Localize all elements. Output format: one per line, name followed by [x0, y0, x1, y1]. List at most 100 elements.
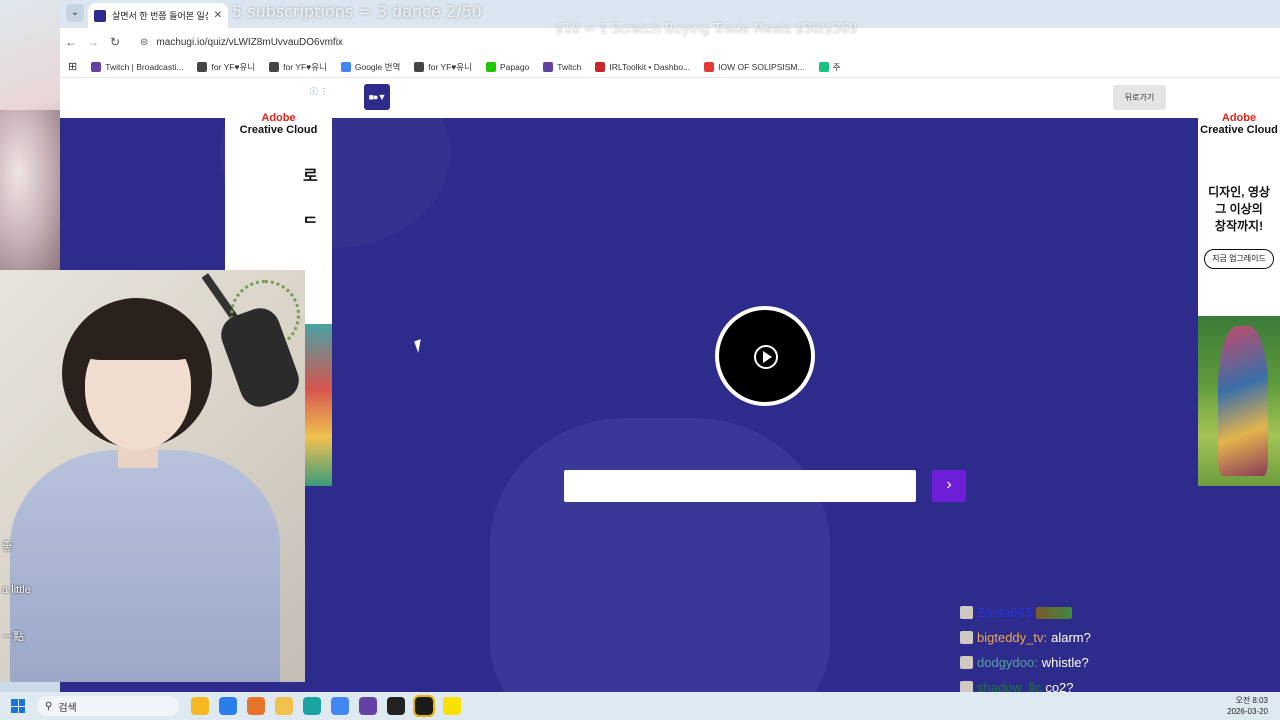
bookmarks-bar: ⊞ Twitch | Broadcasti... for YF♥유니 for YF♥…	[60, 56, 1280, 78]
chat-text: whistle?	[1041, 655, 1089, 670]
reload-icon[interactable]: ↻	[104, 35, 126, 49]
bookmark-item[interactable]: 주	[818, 61, 841, 73]
bookmark-icon	[485, 61, 496, 72]
bookmark-icon	[269, 61, 280, 72]
bookmark-item[interactable]: Twitch | Broadcasti...	[91, 61, 183, 73]
overlay-text: 좋	[2, 541, 13, 553]
ad-image	[1198, 316, 1280, 486]
bookmark-label: for YF♥유니	[283, 61, 327, 72]
apps-grid-icon[interactable]: ⊞	[68, 60, 77, 73]
chat-avatar-icon	[960, 656, 973, 669]
tab-search-icon[interactable]: ⌄	[66, 4, 84, 22]
tab-title: 살면서 한 번쯤 들어본 일상 소	[112, 11, 208, 21]
chat-username: dodgydoo:	[977, 655, 1038, 670]
bookmark-icon	[414, 61, 425, 72]
ad-cta-button[interactable]: 지금 업그레이드	[1204, 249, 1274, 269]
chat-avatar-icon	[960, 631, 973, 644]
browser-tab[interactable]: 살면서 한 번쯤 들어본 일상 소 ✕	[88, 3, 228, 28]
widgets-icon[interactable]	[191, 697, 209, 715]
copilot-icon[interactable]	[219, 697, 237, 715]
chat-text: alarm?	[1051, 630, 1091, 645]
back-button[interactable]: 뒤로가기	[1113, 85, 1166, 110]
taskbar-search[interactable]: ⚲ 검색	[37, 696, 179, 716]
bookmark-icon	[543, 61, 554, 72]
chat-overlay: Zonta665 bigteddy_tv: alarm? dodgydoo: whist…	[960, 600, 1140, 700]
favicon-icon	[94, 9, 106, 22]
edge-icon[interactable]	[303, 697, 321, 715]
bookmark-label: for YF♥유니	[428, 61, 472, 72]
chat-message: bigteddy_tv: alarm?	[960, 625, 1140, 650]
play-icon	[754, 345, 778, 369]
chat-message: Zonta665	[960, 600, 1140, 625]
chat-avatar-icon	[960, 606, 973, 619]
ad-brand: Adobe Creative Cloud	[239, 112, 318, 136]
forward-arrow-icon[interactable]: →	[82, 35, 104, 49]
chat-emote-icon	[1035, 606, 1072, 619]
bookmark-icon	[197, 61, 208, 72]
mouse-cursor-icon	[414, 339, 425, 353]
search-placeholder: 검색	[58, 702, 77, 714]
url-text: machugi.io/quiz/vLWIZ8mUvvauDO6vmfix	[156, 36, 343, 48]
app-icon[interactable]	[413, 695, 435, 717]
close-icon[interactable]: ✕	[214, 10, 222, 21]
bookmark-item[interactable]: IRLToolkit • Dashbo...	[595, 61, 690, 73]
search-icon: ⚲	[45, 700, 53, 712]
obs-icon[interactable]	[387, 697, 405, 715]
ad-text: 로	[303, 168, 318, 185]
bookmark-item[interactable]: for YF♥유니	[414, 61, 472, 73]
clock-time: 오전 8:03	[1235, 696, 1268, 705]
play-button[interactable]	[715, 306, 815, 406]
ad-text: ᄃ	[303, 216, 318, 233]
bookmark-icon	[704, 61, 715, 72]
chat-username: Zonta665	[977, 605, 1032, 620]
chrome-icon[interactable]	[331, 697, 349, 715]
webcam-feed	[0, 270, 305, 682]
background-shape	[490, 418, 830, 692]
bookmark-label: IRLToolkit • Dashbo...	[609, 61, 691, 72]
bookmark-item[interactable]: Twitch	[543, 61, 581, 73]
site-logo[interactable]: ■●▼	[364, 84, 390, 110]
bookmark-icon	[91, 61, 102, 72]
clock-date: 2026-03-20	[1227, 707, 1268, 716]
back-arrow-icon[interactable]: ←	[60, 35, 82, 49]
streamer-bangs	[78, 310, 198, 360]
ad-headline: 디자인, 영상 그 이상의 창작까지!	[1208, 185, 1270, 233]
bookmark-label: IOW OF SOLIPSISM...	[718, 61, 805, 72]
bookmark-label: Google 번역	[354, 61, 401, 72]
windows-start-icon[interactable]	[11, 699, 25, 713]
bookmark-label: for YF♥유니	[211, 61, 256, 72]
taskbar: ⚲ 검색 오전 8:03 2026-03-20	[0, 692, 1280, 720]
desktop-wallpaper-image	[0, 110, 62, 270]
ad-image	[304, 324, 332, 486]
bookmark-item[interactable]: for YF♥유니	[197, 61, 255, 73]
taskbar-apps	[191, 695, 461, 717]
answer-input[interactable]	[564, 470, 916, 502]
system-clock[interactable]: 오전 8:03 2026-03-20	[1227, 695, 1268, 717]
bookmark-item[interactable]: IOW OF SOLIPSISM...	[704, 61, 805, 73]
chat-username: bigteddy_tv:	[977, 630, 1048, 645]
bookmark-label: Twitch	[557, 61, 582, 72]
file-explorer-icon[interactable]	[275, 697, 293, 715]
bookmark-list: Twitch | Broadcasti... for YF♥유니 for YF♥유니…	[91, 61, 840, 73]
kakaotalk-icon[interactable]	[443, 697, 461, 715]
submit-button[interactable]: ›	[932, 470, 966, 502]
bookmark-item[interactable]: Google 번역	[340, 61, 401, 73]
ad-info-icon[interactable]: ⓘ ⋮	[310, 86, 328, 97]
bookmark-label: Papago	[499, 61, 530, 72]
search-app-icon[interactable]	[247, 697, 265, 715]
bookmark-label: Twitch | Broadcasti...	[105, 61, 184, 72]
ad-brand: Adobe Creative Cloud	[1200, 112, 1278, 136]
streamer-body	[10, 450, 280, 682]
overlay-text: 一點	[2, 631, 24, 643]
bookmark-label: 주	[832, 61, 841, 72]
bookmark-icon	[595, 61, 606, 72]
bookmark-icon	[818, 61, 829, 72]
stream-overlay-subscriptions: 5 subscriptions = 3 dance 2/50	[232, 2, 482, 21]
bookmark-item[interactable]: for YF♥유니	[269, 61, 327, 73]
twitch-icon[interactable]	[359, 697, 377, 715]
ad-banner-right[interactable]: Adobe Creative Cloud 디자인, 영상 그 이상의 창작까지!…	[1198, 84, 1280, 486]
bookmark-item[interactable]: Papago	[485, 61, 530, 73]
site-info-icon[interactable]: ⊜	[140, 37, 148, 48]
chat-message: dodgydoo: whistle?	[960, 650, 1140, 675]
stream-overlay-price: $10 = 1 Scratch Buying Trade Meals $30/$…	[555, 22, 858, 37]
